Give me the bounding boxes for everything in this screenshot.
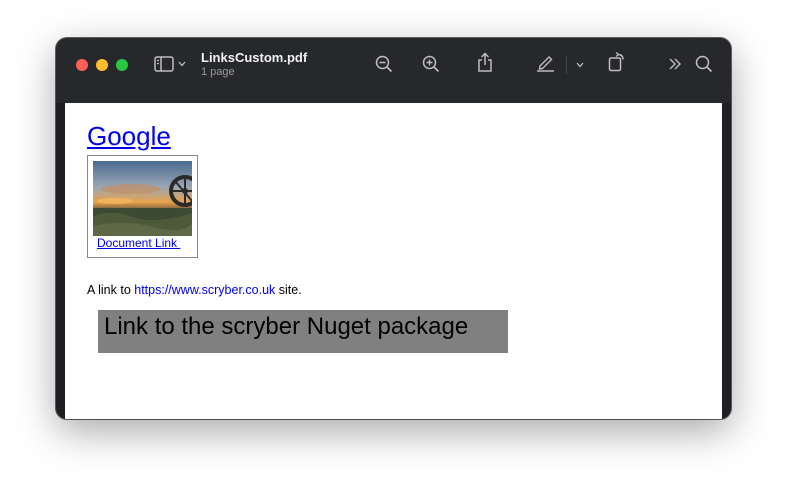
- share-icon[interactable]: [477, 52, 493, 72]
- document-link[interactable]: Document Link: [97, 236, 180, 250]
- pdf-page: Google Document Link A link to https://w…: [65, 103, 722, 419]
- markup-pen-icon[interactable]: [536, 53, 555, 72]
- nuget-package-link[interactable]: Link to the scryber Nuget package: [98, 310, 508, 353]
- scryber-site-link[interactable]: https://www.scryber.co.uk: [134, 283, 275, 297]
- close-button[interactable]: [76, 59, 88, 71]
- zoom-in-icon[interactable]: [422, 55, 440, 73]
- toolbar-divider: [566, 56, 567, 74]
- preview-window: LinksCustom.pdf 1 page Google Document L…: [56, 38, 731, 419]
- window-title: LinksCustom.pdf: [201, 50, 308, 65]
- google-link[interactable]: Google: [87, 121, 171, 152]
- search-icon[interactable]: [695, 55, 713, 73]
- chevron-down-icon[interactable]: [178, 61, 186, 67]
- chevron-down-icon[interactable]: [576, 62, 584, 68]
- paragraph-prefix: A link to: [87, 283, 135, 297]
- minimize-button[interactable]: [96, 59, 108, 71]
- more-chevrons-icon[interactable]: [668, 57, 682, 71]
- sunset-photo[interactable]: [93, 161, 192, 236]
- sidebar-icon[interactable]: [154, 56, 174, 72]
- page-count: 1 page: [201, 66, 235, 78]
- paragraph-suffix: site.: [275, 283, 302, 297]
- link-paragraph: A link to https://www.scryber.co.uk site…: [87, 283, 302, 297]
- zoom-out-icon[interactable]: [375, 55, 393, 73]
- fullscreen-button[interactable]: [116, 59, 128, 71]
- rotate-icon[interactable]: [608, 52, 626, 72]
- image-link-box[interactable]: Document Link: [87, 155, 198, 258]
- title-bar: LinksCustom.pdf 1 page: [56, 38, 731, 103]
